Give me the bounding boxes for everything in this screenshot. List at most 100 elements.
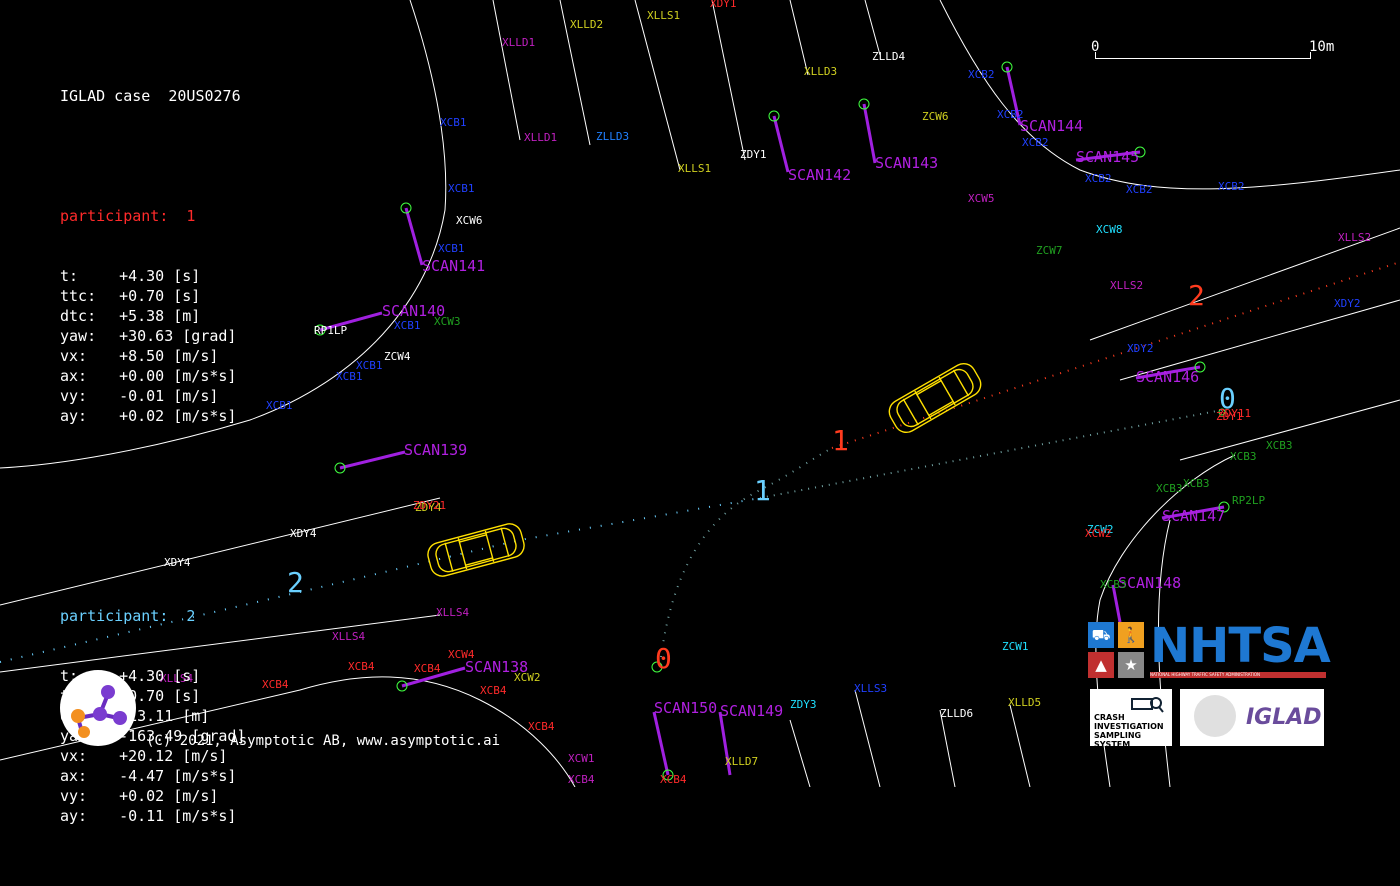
scan-line: [404, 207, 424, 266]
map-label: XCB2: [1218, 180, 1245, 193]
map-label: XCB3: [1183, 477, 1210, 490]
participant-1-key: vy:: [60, 387, 88, 405]
participant-1-row: ttc: +0.70 [s]: [60, 286, 246, 306]
participant-1-value: +4.30 [s]: [119, 267, 201, 285]
participant-1-value: +0.70 [s]: [119, 287, 201, 305]
nhtsa-logo: ⛟ 🚶 ▲ ★ NHTSA NATIONAL HIGHWAY TRAFFIC S…: [1088, 618, 1331, 680]
case-label: IGLAD case: [60, 87, 151, 105]
participant-1-row: vy: -0.01 [m/s]: [60, 386, 246, 406]
participant-1-row: dtc: +5.38 [m]: [60, 306, 246, 326]
map-label: XCB4: [414, 662, 441, 675]
asymptotic-logo: [60, 670, 136, 746]
map-label: XCW4: [448, 648, 475, 661]
map-label: XCB1: [440, 116, 467, 129]
map-label: XCB4: [348, 660, 375, 673]
map-label: ZDY21: [413, 499, 446, 512]
ciss-line-1: CRASH: [1094, 713, 1125, 722]
case-id: 20US0276: [168, 87, 241, 105]
participant-1-value: +0.02 [m/s*s]: [119, 407, 237, 425]
map-label: XCW5: [968, 192, 995, 205]
participant-1-row: vx: +8.50 [m/s]: [60, 346, 246, 366]
map-label: XLLS2: [1338, 231, 1371, 244]
participant-1-key: ax:: [60, 367, 88, 385]
map-label: ZCW4: [384, 350, 411, 363]
scan-label: SCAN149: [720, 702, 783, 720]
map-label: XCB2: [1126, 183, 1153, 196]
scale-end-label: 10m: [1309, 39, 1335, 55]
lane-line-top-4: [711, 0, 746, 161]
marker-p2-1: 1: [754, 474, 771, 507]
map-label: XLLD1: [524, 131, 557, 144]
ciss-logo: CRASH INVESTIGATION SAMPLING SYSTEM: [1090, 689, 1172, 749]
map-label: XDY1: [710, 0, 737, 10]
map-label: XCB4: [262, 678, 289, 691]
map-label: XCB1: [266, 399, 293, 412]
scan-line: [652, 711, 670, 776]
participant-1-value: +5.38 [m]: [119, 307, 201, 325]
map-label: XCB3: [1156, 482, 1183, 495]
globe-icon: [1194, 695, 1236, 737]
road-edge-upper-right-curb: [939, 0, 1400, 190]
map-label: XCB2: [1085, 172, 1112, 185]
map-label: XCW8: [1096, 223, 1123, 236]
scan-label: SCAN141: [422, 257, 485, 275]
map-label: XCB2: [997, 108, 1024, 121]
participant-1-value: -0.01 [m/s]: [119, 387, 219, 405]
map-label: XCB1: [448, 182, 475, 195]
lane-line-bottom-4: [1009, 704, 1031, 787]
map-label: XCB4: [528, 720, 555, 733]
lane-line-top-5: [789, 0, 809, 76]
scan-line: [862, 103, 877, 164]
map-label: XCB3: [1266, 439, 1293, 452]
map-label: XLLS3: [854, 682, 887, 695]
participant-1-row: t: +4.30 [s]: [60, 266, 246, 286]
participant-1-value: +8.50 [m/s]: [119, 347, 219, 365]
participant-2-key: ay:: [60, 807, 88, 825]
map-label: XLLS1: [647, 9, 680, 22]
participant-2-row: ax: -4.47 [m/s*s]: [60, 766, 246, 786]
info-panel: IGLAD case 20US0276 participant: 1 t: +4…: [60, 46, 246, 886]
participant-1-key: t:: [60, 267, 79, 285]
scale-bar-line: [1095, 52, 1311, 59]
participant-2-key: vy:: [60, 787, 88, 805]
map-label: XLLD2: [570, 18, 603, 31]
map-label: XDY2: [1127, 342, 1154, 355]
participant-1-key: ay:: [60, 407, 88, 425]
lane-line-bottom-1: [789, 719, 811, 787]
lane-line-top-3: [634, 0, 681, 171]
map-label: XLLD5: [1008, 696, 1041, 709]
scan-line: [772, 115, 790, 173]
participant-2-value: -4.47 [m/s*s]: [119, 767, 237, 785]
marker-p1-0: 0: [655, 642, 672, 675]
vehicle-participant-1: [888, 362, 982, 434]
copyright-text: (C) 2021, Asymptotic AB, www.asymptotic.…: [146, 733, 501, 749]
map-label: ZLLD6: [940, 707, 973, 720]
participant-2-key: vx:: [60, 747, 88, 765]
map-label: XLLD7: [725, 755, 758, 768]
trajectory-participant-1-past: [659, 447, 833, 666]
participant-1-key: yaw:: [60, 327, 97, 345]
case-header: IGLAD case 20US0276: [60, 86, 246, 106]
road-icon: ▲: [1088, 652, 1114, 678]
map-label: XLLS1: [678, 162, 711, 175]
scan-label: SCAN142: [788, 166, 851, 184]
map-label: ZCW6: [922, 110, 949, 123]
nhtsa-tiles: ⛟ 🚶 ▲ ★: [1088, 622, 1146, 680]
map-label: XCW2: [1085, 527, 1112, 540]
map-label: XDY4: [290, 527, 317, 540]
participant-1-value: +30.63 [grad]: [119, 327, 237, 345]
map-label: XCB1: [394, 319, 421, 332]
map-label: ZDY3: [790, 698, 817, 711]
ciss-line-3: SAMPLING SYSTEM: [1094, 731, 1142, 749]
participant-2-value: +0.02 [m/s]: [119, 787, 219, 805]
scan-label: SCAN139: [404, 441, 467, 459]
scan-label: SCAN148: [1118, 574, 1181, 592]
lane-line-bottom-3: [939, 709, 956, 787]
star-icon: ★: [1118, 652, 1144, 678]
map-label: XCB4: [568, 773, 595, 786]
ciss-line-2: INVESTIGATION: [1094, 722, 1164, 731]
map-label: XLLS4: [332, 630, 365, 643]
map-label: XDY2: [1334, 297, 1361, 310]
participant-1-block: participant: 1 t: +4.30 [s] ttc: +0.70 [s…: [60, 166, 246, 466]
participant-2-row: vy: +0.02 [m/s]: [60, 786, 246, 806]
